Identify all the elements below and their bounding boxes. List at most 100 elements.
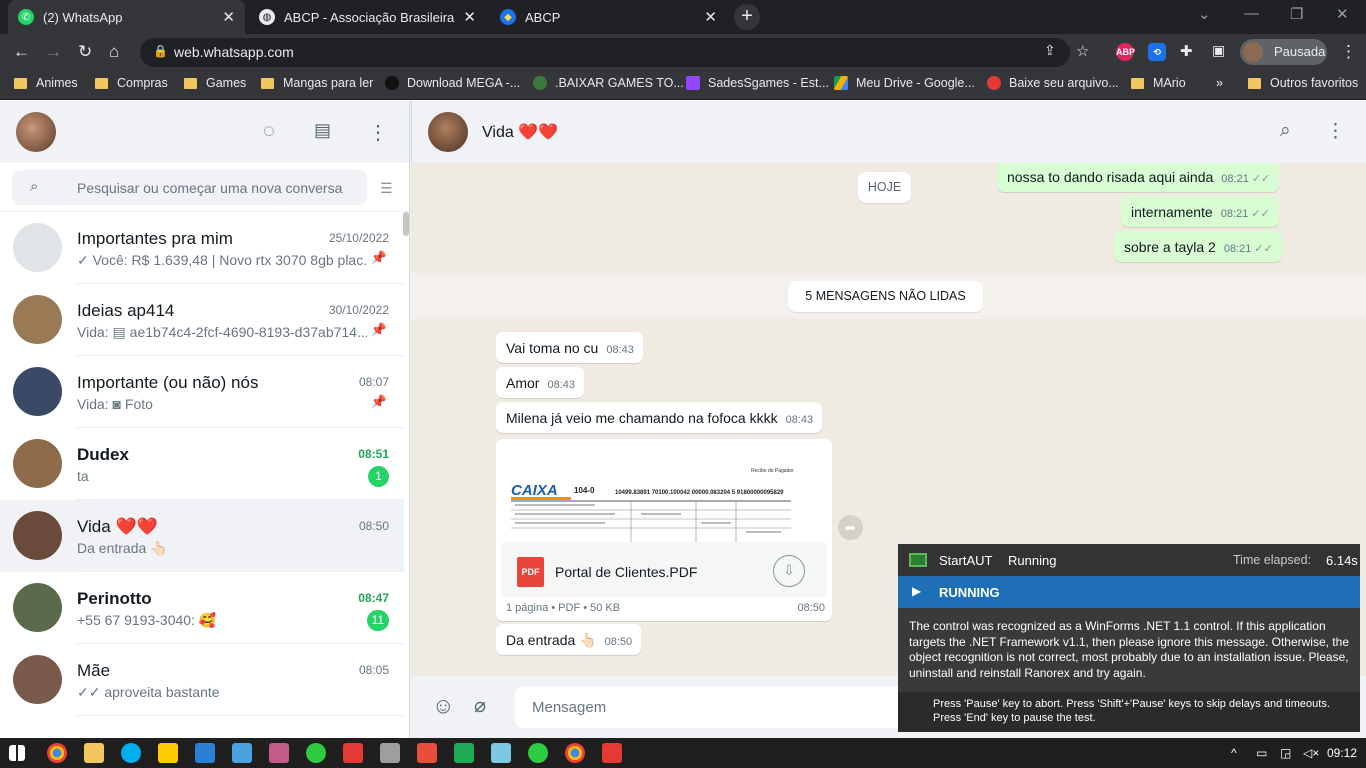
app-icon[interactable]: [491, 743, 511, 763]
bookmark-link[interactable]: Baixe seu arquivo...: [987, 76, 1119, 90]
site-icon: [533, 76, 547, 90]
incoming-message[interactable]: Vai toma no cu 08:43: [496, 332, 643, 363]
chat-list-item[interactable]: Mãe 08:05 ✓✓ aproveita bastante: [0, 644, 404, 716]
double-check-icon: ✓✓: [1251, 208, 1270, 220]
chat-preview: ta: [77, 468, 89, 484]
chrome-menu-icon[interactable]: ⋮: [1340, 42, 1357, 62]
skype-icon[interactable]: [121, 743, 141, 763]
bookmark-folder[interactable]: Compras: [95, 76, 168, 90]
incoming-message[interactable]: Amor 08:43: [496, 367, 584, 398]
bookmark-folder[interactable]: MArio: [1131, 76, 1186, 90]
app-icon[interactable]: [528, 743, 548, 763]
tab-abcp[interactable]: ◆ ABCP ✕: [490, 0, 727, 34]
clock[interactable]: 09:12: [1327, 746, 1357, 760]
reload-icon[interactable]: ↻: [78, 42, 92, 62]
app-icon[interactable]: [195, 743, 215, 763]
chrome-taskbar-icon[interactable]: [565, 743, 585, 763]
new-tab-button[interactable]: +: [734, 4, 760, 30]
minimize-icon[interactable]: —: [1244, 5, 1259, 22]
search-icon[interactable]: ⌕: [1280, 120, 1291, 142]
windows-start-icon[interactable]: [9, 745, 25, 761]
forward-icon[interactable]: ➦: [838, 515, 863, 540]
close-window-icon[interactable]: ✕: [1336, 5, 1349, 23]
close-tab-icon[interactable]: ✕: [463, 8, 476, 26]
extensions-puzzle-icon[interactable]: ✚: [1180, 42, 1193, 60]
chat-time: 08:47: [358, 591, 389, 605]
chat-list-item[interactable]: Importantes pra mim 25/10/2022 ✓ Você: R$ …: [0, 212, 404, 284]
app-icon[interactable]: [306, 743, 326, 763]
side-panel-icon[interactable]: ▣: [1212, 42, 1225, 59]
app-icon[interactable]: [232, 743, 252, 763]
chat-avatar: [13, 295, 62, 344]
app-icon[interactable]: [343, 743, 363, 763]
sticky-notes-icon[interactable]: [158, 743, 178, 763]
tab-abcp-associacao[interactable]: ◍ ABCP - Associação Brasileira de Ciment…: [249, 0, 486, 34]
back-icon[interactable]: ←: [13, 42, 30, 62]
outgoing-message[interactable]: nossa to dando risada aqui ainda 08:21 ✓✓: [997, 163, 1280, 192]
chat-list-item[interactable]: Vida ❤️❤️ 08:50 Da entrada 👆🏻: [0, 500, 404, 572]
app-icon[interactable]: [380, 743, 400, 763]
extension-icon[interactable]: ⟲: [1148, 43, 1166, 61]
lock-icon[interactable]: 🔒: [153, 44, 168, 58]
chat-preview: Vida: ▤ ae1b74c4-2fcf-4690-8193-d37ab714…: [77, 324, 367, 340]
incoming-message[interactable]: Milena já veio me chamando na fofoca kkk…: [496, 402, 823, 433]
windows-taskbar: ^ ▭ ◲ ◁× 09:12: [0, 738, 1366, 768]
bookmark-link[interactable]: SadesSgames - Est...: [686, 76, 829, 90]
pin-icon: 📌: [370, 394, 387, 409]
emoji-icon[interactable]: ☺: [432, 693, 454, 719]
chat-list-scrollbar[interactable]: [403, 212, 409, 236]
tray-chevron-icon[interactable]: ^: [1231, 746, 1237, 760]
folder-icon: [14, 77, 27, 89]
bookmark-link[interactable]: .BAIXAR GAMES TO...: [533, 76, 684, 90]
chat-list-item[interactable]: Importante (ou não) nós 08:07 Vida: ◙ Foto…: [0, 356, 404, 428]
bookmark-link[interactable]: Download MEGA -...: [385, 76, 520, 90]
profile-button[interactable]: Pausada: [1240, 39, 1327, 65]
chat-list-item[interactable]: Dudex 08:51 ta 1: [0, 428, 404, 500]
outgoing-message[interactable]: internamente 08:21 ✓✓: [1121, 196, 1279, 227]
my-avatar[interactable]: [16, 112, 56, 152]
more-bookmarks-button[interactable]: »: [1216, 76, 1223, 90]
forward-icon[interactable]: →: [45, 42, 62, 62]
menu-icon[interactable]: ⋮: [368, 120, 388, 145]
battery-icon[interactable]: ▭: [1256, 746, 1267, 760]
bookmark-folder[interactable]: Mangas para ler: [261, 76, 373, 90]
new-chat-icon[interactable]: ▤: [314, 120, 331, 141]
app-icon[interactable]: [602, 743, 622, 763]
close-tab-icon[interactable]: ✕: [222, 8, 235, 26]
restore-icon[interactable]: ❐: [1290, 5, 1303, 23]
excel-icon[interactable]: [454, 743, 474, 763]
attach-icon[interactable]: ⌀: [474, 693, 486, 718]
bookmark-link[interactable]: Meu Drive - Google...: [834, 76, 975, 90]
incoming-message[interactable]: Da entrada 👆🏻 08:50: [496, 624, 642, 655]
filter-icon[interactable]: ☰: [380, 180, 393, 197]
chat-list-item[interactable]: Perinotto 08:47 +55 67 9193-3040: 🥰 11: [0, 572, 404, 644]
bookmark-folder[interactable]: Animes: [14, 76, 78, 90]
volume-muted-icon[interactable]: ◁×: [1303, 746, 1319, 760]
app-icon[interactable]: [269, 743, 289, 763]
contact-name[interactable]: Vida ❤️❤️: [482, 122, 558, 142]
bookmark-folder-others[interactable]: Outros favoritos: [1248, 76, 1358, 90]
chat-list-item[interactable]: Ideias ap414 30/10/2022 Vida: ▤ ae1b74c4-2…: [0, 284, 404, 356]
outgoing-message[interactable]: sobre a tayla 2 08:21 ✓✓: [1114, 231, 1282, 262]
network-icon[interactable]: ◲: [1280, 746, 1291, 760]
url-field[interactable]: 🔒 web.whatsapp.com: [140, 38, 1070, 67]
tab-whatsapp[interactable]: ✆ (2) WhatsApp ✕: [8, 0, 245, 34]
app-icon[interactable]: [417, 743, 437, 763]
search-input[interactable]: ⌕ Pesquisar ou começar uma nova conversa: [12, 170, 367, 205]
contact-avatar[interactable]: [428, 112, 468, 152]
close-tab-icon[interactable]: ✕: [704, 8, 717, 26]
document-message[interactable]: Recibo do Pagador CAIXA 104-0 10499.8389…: [496, 439, 832, 621]
chrome-taskbar-icon[interactable]: [47, 743, 67, 763]
home-icon[interactable]: ⌂: [109, 42, 119, 62]
chat-name: Perinotto: [77, 589, 152, 608]
file-explorer-icon[interactable]: [84, 743, 104, 763]
status-icon[interactable]: ◌: [263, 120, 275, 143]
bookmark-star-icon[interactable]: ☆: [1076, 42, 1089, 60]
share-icon[interactable]: ⇪: [1044, 42, 1056, 59]
download-button[interactable]: ⇩: [773, 555, 805, 587]
tab-search-icon[interactable]: ⌄: [1198, 5, 1211, 23]
menu-icon[interactable]: ⋮: [1326, 120, 1345, 143]
boleto-preview-image: Recibo do Pagador CAIXA 104-0 10499.8389…: [511, 468, 794, 542]
bookmark-folder[interactable]: Games: [184, 76, 246, 90]
adblock-plus-icon[interactable]: ABP: [1116, 43, 1135, 61]
